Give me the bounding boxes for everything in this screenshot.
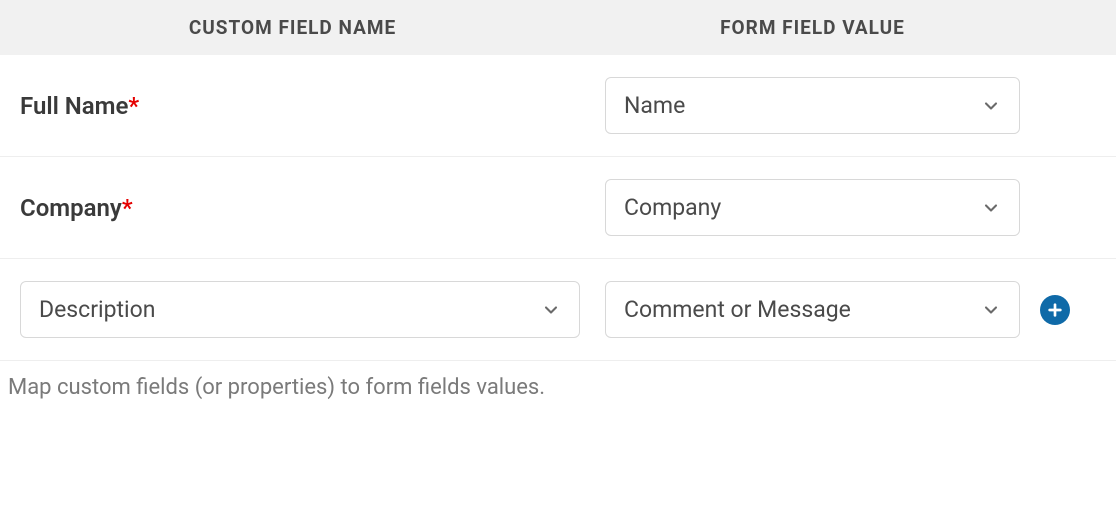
chevron-down-icon (981, 198, 1001, 218)
chevron-down-icon (981, 96, 1001, 116)
select-value: Description (39, 296, 155, 323)
required-marker: * (122, 194, 133, 222)
table-row: Description Comment or Message (0, 259, 1116, 361)
table-header: CUSTOM FIELD NAME FORM FIELD VALUE (0, 0, 1116, 55)
chevron-down-icon (981, 300, 1001, 320)
select-value: Company (624, 194, 721, 221)
add-mapping-button[interactable] (1040, 295, 1070, 325)
header-custom-field-name: CUSTOM FIELD NAME (20, 16, 565, 39)
field-label-company: Company* (20, 194, 133, 222)
chevron-down-icon (541, 300, 561, 320)
header-form-field-value: FORM FIELD VALUE (605, 16, 1020, 39)
form-field-value-select[interactable]: Comment or Message (605, 281, 1020, 338)
table-row: Full Name* Name (0, 55, 1116, 157)
mapping-hint-text: Map custom fields (or properties) to for… (0, 361, 1116, 414)
field-label-full-name: Full Name* (20, 92, 139, 120)
required-marker: * (128, 92, 139, 120)
table-row: Company* Company (0, 157, 1116, 259)
select-value: Name (624, 92, 685, 119)
select-value: Comment or Message (624, 296, 851, 323)
plus-icon (1047, 302, 1063, 318)
form-field-value-select[interactable]: Name (605, 77, 1020, 134)
form-field-value-select[interactable]: Company (605, 179, 1020, 236)
custom-field-name-select[interactable]: Description (20, 281, 580, 338)
